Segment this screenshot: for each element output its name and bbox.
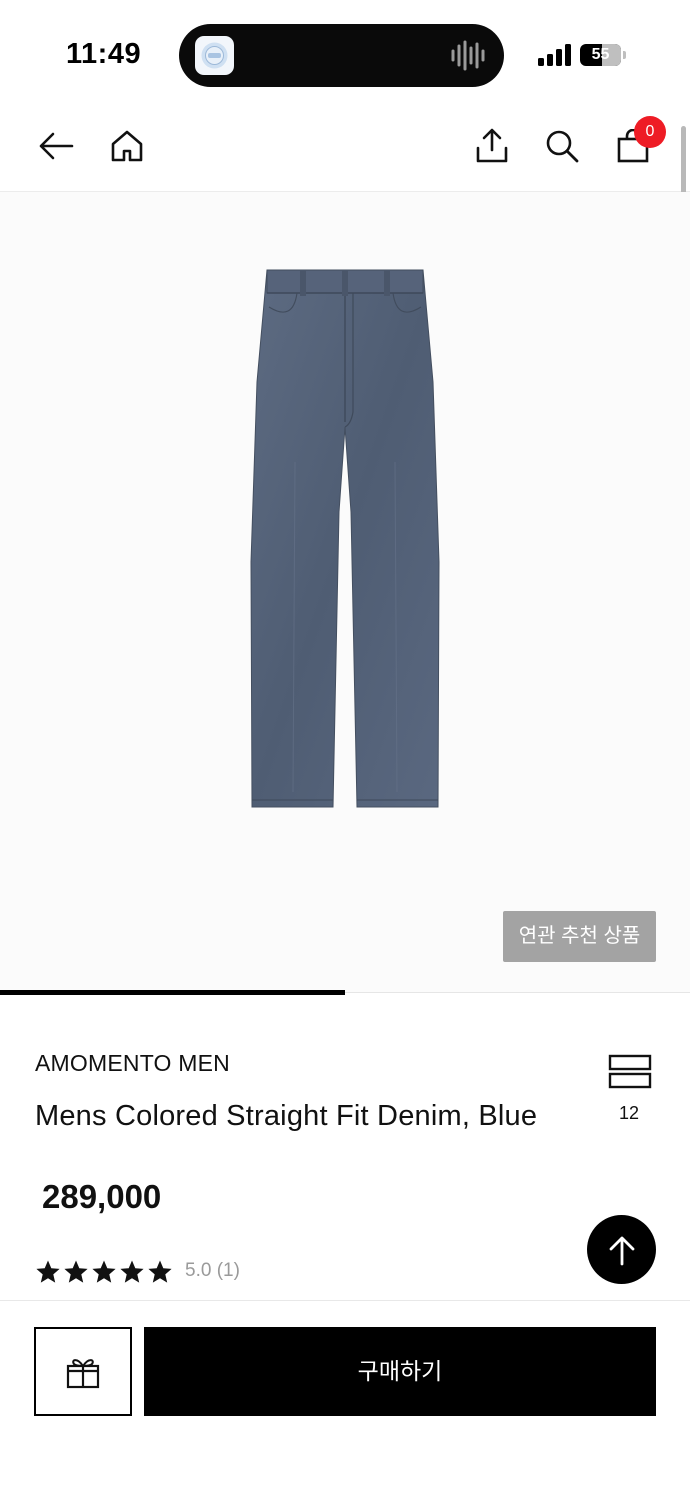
arrow-up-icon [609,1236,634,1265]
status-bar: 11:49 55 [0,0,690,100]
cellular-signal-icon [538,44,571,66]
product-image-carousel[interactable]: 연관 추천 상품 [0,192,690,992]
rating-summary: 5.0 (1) [185,1260,240,1281]
layout-rows-icon [608,1054,652,1089]
carousel-progress-indicator [0,990,345,995]
gift-icon [66,1358,100,1388]
star-icon [36,1260,60,1283]
home-button[interactable] [103,122,151,170]
product-price: 289,000 [42,1178,162,1215]
status-time: 11:49 [66,38,142,70]
layout-count: 12 [618,1103,639,1123]
gift-button[interactable] [34,1327,132,1416]
star-icon [148,1260,172,1283]
buy-button[interactable]: 구매하기 [144,1327,656,1416]
search-button[interactable] [538,122,586,170]
bottom-bar-divider [0,1300,690,1301]
back-arrow-icon [39,132,74,160]
brand-name[interactable]: AMOMENTO MEN [35,1050,230,1077]
battery-icon: 55 [580,44,626,66]
dynamic-island [179,24,504,87]
back-button[interactable] [32,122,80,170]
share-icon [476,128,508,163]
star-icon [120,1260,144,1283]
scroll-to-top-button[interactable] [587,1215,656,1284]
cart-count-badge: 0 [634,116,666,148]
app-activity-icon [195,36,234,75]
home-icon [111,130,143,162]
related-products-button[interactable]: 연관 추천 상품 [503,911,656,962]
search-icon [546,130,579,163]
star-icon [64,1260,88,1283]
audio-wave-icon [451,40,485,71]
product-image [250,269,440,808]
star-icon [92,1260,116,1283]
rating-stars [35,1259,173,1284]
share-button[interactable] [468,122,516,170]
product-rating[interactable]: 5.0 (1) [35,1257,240,1285]
battery-level: 55 [591,46,610,63]
top-nav-bar [0,100,690,192]
